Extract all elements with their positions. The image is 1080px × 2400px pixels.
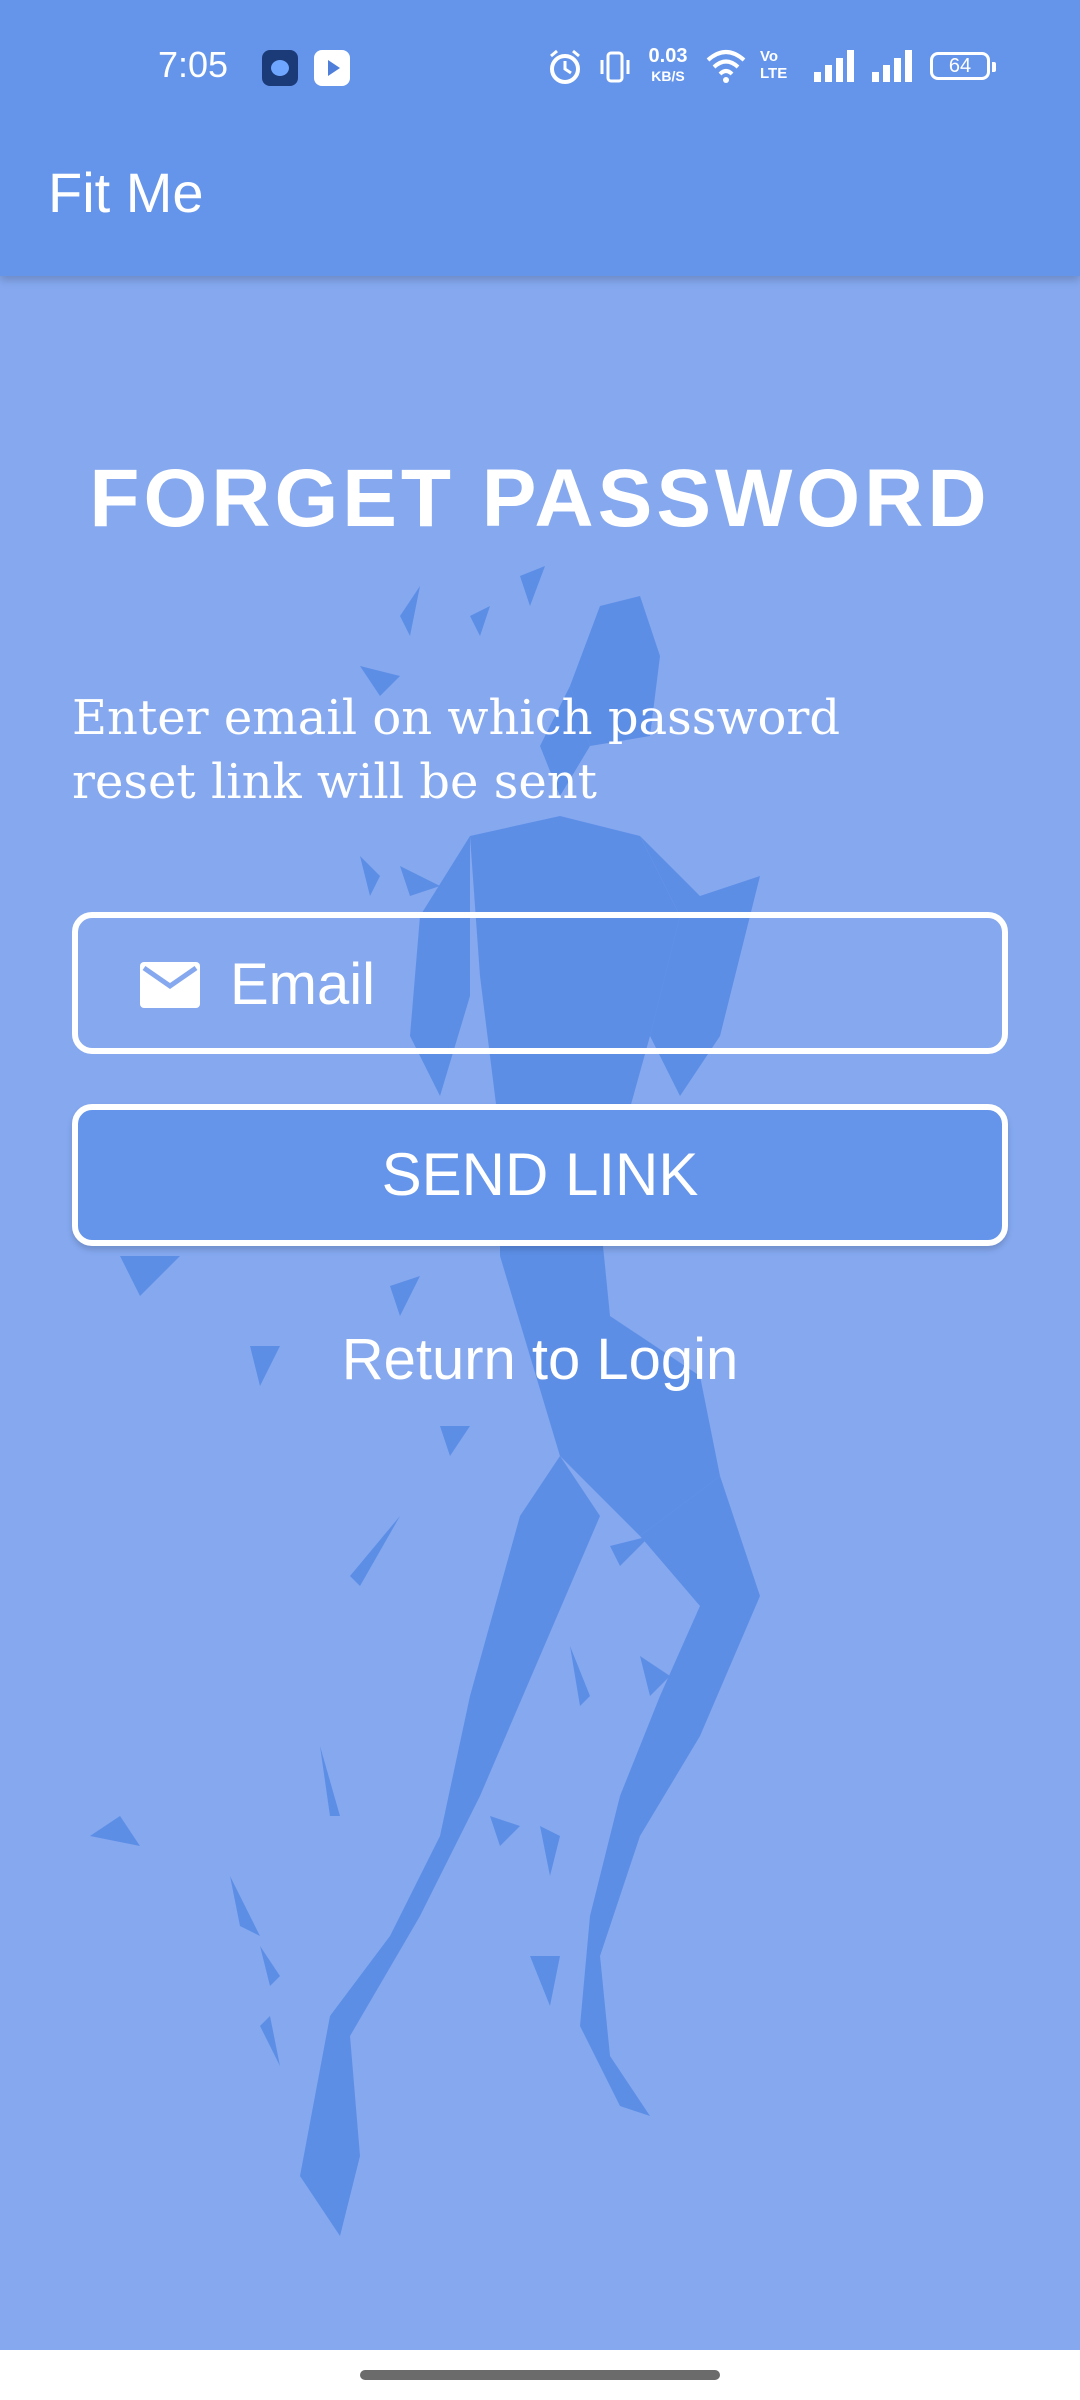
network-speed-value: 0.03 — [648, 45, 688, 67]
home-gesture-handle[interactable] — [360, 2370, 720, 2380]
email-input[interactable] — [228, 938, 972, 1030]
signal-icon — [814, 50, 854, 82]
email-field[interactable] — [72, 912, 1008, 1054]
instruction-text: Enter email on which password reset link… — [72, 690, 841, 810]
battery-icon: 64 — [930, 52, 996, 80]
volte-indicator: Vo LTE — [760, 48, 788, 82]
app-notification-icon — [262, 50, 298, 86]
status-time: 7:05 — [158, 44, 229, 85]
signal-icon-2 — [872, 50, 912, 82]
network-speed-unit: KB/S — [651, 68, 685, 84]
vibrate-icon — [600, 51, 630, 83]
status-bar: 7:05 0.03 KB/S Vo LTE 64 — [0, 0, 1080, 136]
wifi-icon — [706, 50, 746, 83]
forget-password-screen: FORGET PASSWORD Enter email on which pas… — [0, 0, 1080, 2400]
page-title: FORGET PASSWORD — [89, 453, 991, 544]
navigation-bar — [0, 2350, 1080, 2400]
mail-icon — [140, 962, 200, 1008]
app-title: Fit Me — [48, 161, 204, 224]
return-to-login-link[interactable]: Return to Login — [0, 1326, 1080, 1393]
top-app-bar: 7:05 0.03 KB/S Vo LTE 64 Fit Me — [0, 0, 1080, 276]
alarm-icon — [550, 49, 580, 84]
send-link-button[interactable]: SEND LINK — [72, 1104, 1008, 1246]
network-speed: 0.03 KB/S — [640, 46, 696, 86]
video-notification-icon — [314, 50, 350, 86]
